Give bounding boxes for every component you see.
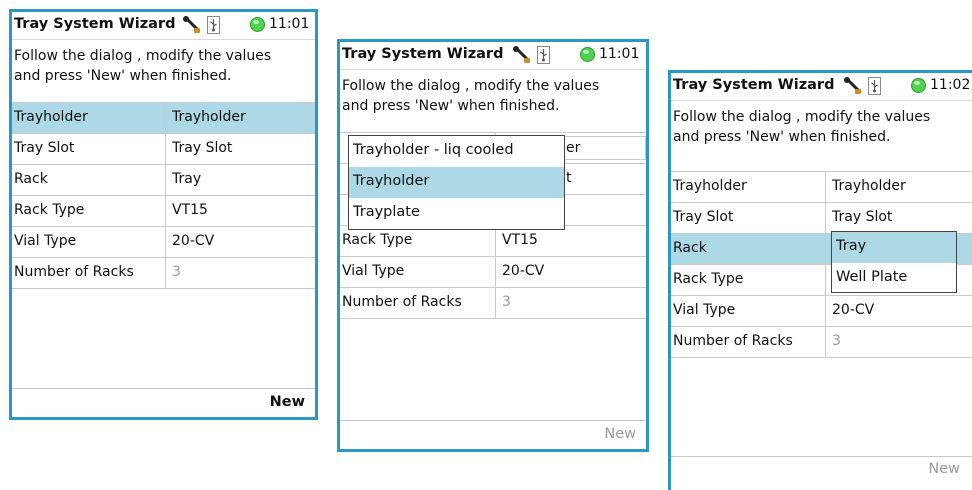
- option-label: Trayplate: [353, 204, 420, 220]
- table-row-vial-type[interactable]: Vial Type 20-CV: [671, 296, 972, 327]
- trayholder-edit-field[interactable]: er: [562, 136, 646, 160]
- option-label: Trayholder - liq cooled: [353, 142, 514, 158]
- dropdown-option-trayplate[interactable]: Trayplate: [349, 198, 564, 229]
- row-value: Tray Slot: [832, 209, 893, 225]
- wrench-icon: [183, 16, 200, 33]
- table-row-trayholder[interactable]: Trayholder Trayholder: [12, 103, 315, 134]
- row-value: 3: [502, 294, 511, 310]
- row-label: Trayholder: [14, 109, 88, 125]
- option-label: Trayholder: [353, 173, 430, 189]
- status-led-icon: [911, 78, 926, 93]
- row-label: Rack: [14, 171, 48, 187]
- footer-bar: New: [12, 388, 315, 417]
- row-value: Tray Slot: [172, 140, 233, 156]
- row-label: Vial Type: [673, 302, 736, 318]
- table-row-rack-type[interactable]: Rack Type VT15: [12, 196, 315, 227]
- row-value: 3: [172, 264, 181, 280]
- row-value: 20-CV: [502, 263, 545, 279]
- option-label: Well Plate: [836, 269, 908, 285]
- table-row-rack-type[interactable]: Rack Type VT15: [340, 226, 646, 257]
- option-label: Tray: [836, 238, 867, 254]
- row-value: Tray: [172, 171, 202, 187]
- status-led-icon: [250, 17, 265, 32]
- table-row-vial-type[interactable]: Vial Type 20-CV: [12, 227, 315, 258]
- row-label: Tray Slot: [673, 209, 734, 225]
- table-row-tray-slot[interactable]: Tray Slot Tray Slot: [671, 203, 972, 234]
- table-row-rack[interactable]: Rack Tray: [12, 165, 315, 196]
- row-value: 3: [832, 333, 841, 349]
- row-value: 20-CV: [172, 233, 215, 249]
- row-label: Rack Type: [342, 232, 413, 248]
- wrench-icon: [513, 46, 530, 63]
- dropdown-option-trayholder-liq-cooled[interactable]: Trayholder - liq cooled: [349, 136, 564, 167]
- table-row-vial-type[interactable]: Vial Type 20-CV: [340, 257, 646, 288]
- window-title: Tray System Wizard: [342, 46, 504, 62]
- rack-dropdown-list: Tray Well Plate: [831, 231, 957, 293]
- row-label: Tray Slot: [14, 140, 75, 156]
- instructions-text: Follow the dialog , modify the values an…: [342, 78, 600, 114]
- tray-wizard-window-1: Tray System Wizard 11:01 Follow the dial…: [9, 9, 318, 420]
- footer-bar: New: [340, 420, 646, 449]
- usb-icon: [207, 16, 220, 34]
- dropdown-option-well-plate[interactable]: Well Plate: [832, 263, 956, 294]
- row-label: Number of Racks: [673, 333, 793, 349]
- table-row-number-of-racks[interactable]: Number of Racks 3: [340, 288, 646, 319]
- tray-wizard-window-2: Tray System Wizard 11:01 Follow the dial…: [337, 39, 649, 452]
- clock-time: 11:01: [599, 46, 640, 62]
- row-label: Trayholder: [673, 178, 747, 194]
- instructions-text: Follow the dialog , modify the values an…: [14, 48, 272, 84]
- dropdown-option-tray[interactable]: Tray: [832, 232, 956, 263]
- edit-field-text: er: [566, 140, 581, 156]
- status-led-icon: [580, 47, 595, 62]
- clock-time: 11:01: [269, 16, 310, 32]
- tray-wizard-window-3: Tray System Wizard 11:02 Follow the dial…: [668, 70, 972, 490]
- footer-bar: New: [671, 456, 972, 487]
- row-label: Rack Type: [673, 271, 744, 287]
- clock-time: 11:02: [930, 77, 971, 93]
- row-label: Rack Type: [14, 202, 85, 218]
- table-row-number-of-racks[interactable]: Number of Racks 3: [671, 327, 972, 358]
- row-label: Vial Type: [14, 233, 77, 249]
- usb-icon: [868, 77, 881, 95]
- window-title: Tray System Wizard: [673, 77, 835, 93]
- row-label: Vial Type: [342, 263, 405, 279]
- table-row-trayholder[interactable]: Trayholder Trayholder: [671, 172, 972, 203]
- title-bar: Tray System Wizard 11:02: [671, 73, 972, 101]
- dropdown-option-trayholder[interactable]: Trayholder: [349, 167, 564, 198]
- new-button[interactable]: New: [270, 394, 305, 410]
- row-value: VT15: [172, 202, 208, 218]
- row-value: Trayholder: [832, 178, 906, 194]
- new-button[interactable]: New: [928, 461, 960, 477]
- row-value: t: [566, 170, 572, 186]
- row-label: Number of Racks: [14, 264, 134, 280]
- title-bar: Tray System Wizard 11:01: [12, 12, 315, 40]
- trayholder-dropdown-list: Trayholder - liq cooled Trayholder Trayp…: [348, 135, 565, 230]
- wrench-icon: [844, 77, 861, 94]
- usb-icon: [537, 46, 550, 64]
- row-value: VT15: [502, 232, 538, 248]
- title-bar: Tray System Wizard 11:01: [340, 42, 646, 70]
- instructions-text: Follow the dialog , modify the values an…: [673, 109, 931, 145]
- window-title: Tray System Wizard: [14, 16, 176, 32]
- row-value: Trayholder: [172, 109, 246, 125]
- settings-table: Trayholder Trayholder Tray Slot Tray Slo…: [12, 102, 315, 289]
- new-button[interactable]: New: [604, 426, 636, 442]
- row-label: Number of Racks: [342, 294, 462, 310]
- table-row-number-of-racks[interactable]: Number of Racks 3: [12, 258, 315, 289]
- row-value: 20-CV: [832, 302, 875, 318]
- table-row-tray-slot[interactable]: Tray Slot Tray Slot: [12, 134, 315, 165]
- row-label: Rack: [673, 240, 707, 256]
